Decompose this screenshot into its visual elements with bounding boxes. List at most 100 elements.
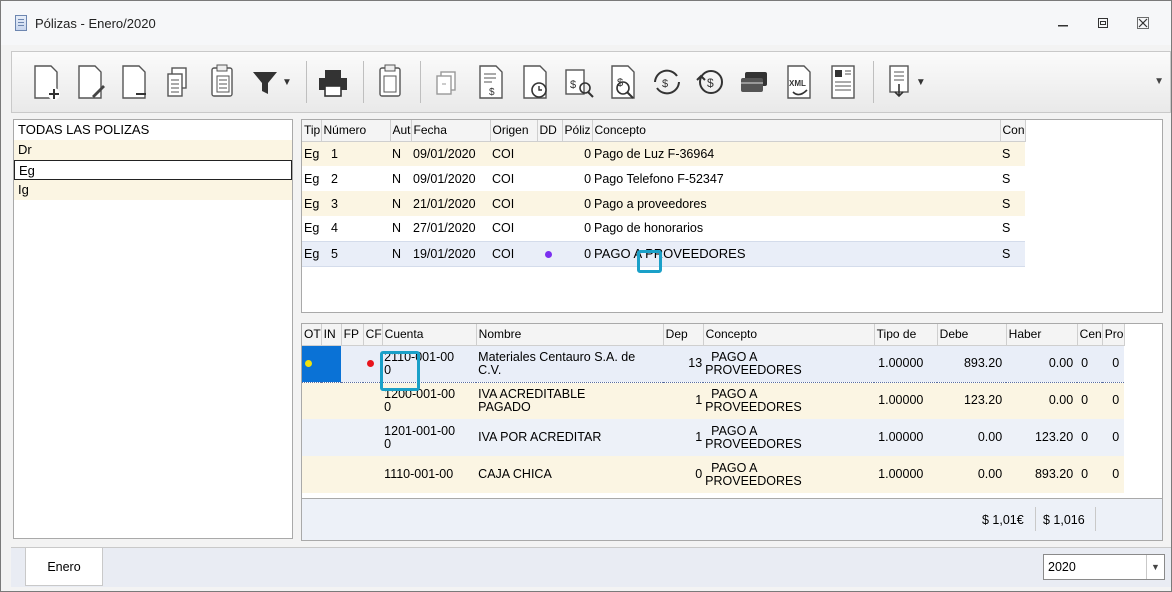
table-row[interactable]: Eg 2 N 09/01/2020 COI 0 Pago Telefono F-… xyxy=(302,166,1026,191)
minimize-button[interactable] xyxy=(1043,13,1083,33)
copy-button[interactable] xyxy=(158,59,198,105)
export-icon xyxy=(889,65,909,98)
cell-in[interactable] xyxy=(321,419,342,456)
report-icon: $ xyxy=(479,65,503,99)
cell-origen: COI xyxy=(490,166,538,191)
cell-origen: COI xyxy=(490,191,538,216)
table-row[interactable]: 1201-001-00 0 IVA POR ACREDITAR 1 PAGO AP… xyxy=(302,419,1125,456)
col-concepto[interactable]: Concepto xyxy=(592,120,1001,142)
year-select[interactable]: 2020 ▼ xyxy=(1043,554,1165,580)
cuenta-line: 0 xyxy=(384,436,392,451)
col-numero[interactable]: Número xyxy=(321,120,391,142)
col-fp[interactable]: FP xyxy=(341,324,364,346)
table-row-selected[interactable]: Eg 5 N 19/01/2020 COI 0 PAGO A PROVEEDOR… xyxy=(302,240,1026,267)
table-row[interactable]: Eg 4 N 27/01/2020 COI 0 Pago de honorari… xyxy=(302,216,1026,241)
cell-in[interactable] xyxy=(321,382,342,419)
cell-tipo: Eg xyxy=(302,166,321,191)
report-button[interactable]: $ xyxy=(471,59,511,105)
cell-ot[interactable] xyxy=(302,344,322,383)
cell-in[interactable] xyxy=(321,456,342,493)
restore-button[interactable] xyxy=(1083,13,1123,33)
close-button[interactable] xyxy=(1123,13,1163,33)
col-tipo-cambio[interactable]: Tipo de xyxy=(874,324,938,346)
cell-ot[interactable] xyxy=(302,419,322,456)
xml-button[interactable]: XML xyxy=(779,59,819,105)
col-fecha[interactable]: Fecha xyxy=(411,120,491,142)
cell-aut: N xyxy=(390,141,412,166)
col-dep[interactable]: Dep xyxy=(663,324,704,346)
chevron-down-icon[interactable]: ▼ xyxy=(282,77,292,88)
col-debe[interactable]: Debe xyxy=(937,324,1007,346)
cell-in[interactable] xyxy=(321,344,342,383)
search-document-button[interactable]: $ xyxy=(603,59,643,105)
period-tab-enero[interactable]: Enero xyxy=(25,548,103,586)
cell-debe: 0.00 xyxy=(937,456,1007,493)
search-amount-button[interactable]: $ xyxy=(559,59,599,105)
col-ot[interactable]: OT xyxy=(302,324,322,346)
list-item-todas[interactable]: TODAS LAS POLIZAS xyxy=(14,120,292,140)
col-poliza[interactable]: Póliz xyxy=(562,120,593,142)
print-button[interactable] xyxy=(313,59,353,105)
payment-button[interactable] xyxy=(735,59,775,105)
col-origen[interactable]: Origen xyxy=(490,120,538,142)
chevron-down-icon[interactable]: ▼ xyxy=(1146,555,1164,579)
cell-fp[interactable] xyxy=(341,344,364,383)
new-document-icon xyxy=(34,65,60,100)
col-cf[interactable]: CF xyxy=(363,324,383,346)
col-concepto[interactable]: Concepto xyxy=(703,324,875,346)
col-in[interactable]: IN xyxy=(321,324,342,346)
delete-policy-button[interactable] xyxy=(114,59,154,105)
toolbar-overflow-icon[interactable]: ▼ xyxy=(1154,76,1164,87)
table-row-selected[interactable]: 2110-001-00 0 Materiales Centauro S.A. de… xyxy=(302,344,1125,383)
nombre-line: C.V. xyxy=(478,362,502,377)
cell-cen: 0 xyxy=(1077,456,1103,493)
table-row[interactable]: Eg 1 N 09/01/2020 COI 0 Pago de Luz F-36… xyxy=(302,141,1026,166)
cell-aut: N xyxy=(390,166,412,191)
paste-button[interactable] xyxy=(202,59,242,105)
col-cuenta[interactable]: Cuenta xyxy=(382,324,477,346)
table-row[interactable]: Eg 3 N 21/01/2020 COI 0 Pago a proveedor… xyxy=(302,191,1026,216)
clipboard-button[interactable] xyxy=(370,59,410,105)
col-cen[interactable]: Cen xyxy=(1077,324,1103,346)
new-policy-button[interactable] xyxy=(26,59,66,105)
svg-text:$: $ xyxy=(707,76,714,90)
cell-ot[interactable] xyxy=(302,382,322,419)
window-title: Pólizas - Enero/2020 xyxy=(35,15,156,31)
table-row[interactable]: 1200-001-00 0 IVA ACREDITABLE PAGADO 1 PAG… xyxy=(302,382,1125,419)
table-row[interactable]: 1110-001-00 CAJA CHICA 0 PAGO A PROVEEDOR… xyxy=(302,456,1125,493)
export-button[interactable] xyxy=(880,59,920,105)
cell-aut: N xyxy=(390,191,412,216)
col-aut[interactable]: Aut xyxy=(390,120,412,142)
movimientos-grid: OT IN FP CF Cuenta Nombre Dep Concepto T… xyxy=(301,323,1163,499)
cell-cf[interactable] xyxy=(363,419,383,456)
cell-ot[interactable] xyxy=(302,456,322,493)
col-haber[interactable]: Haber xyxy=(1006,324,1078,346)
cell-fp[interactable] xyxy=(341,419,364,456)
cell-cf[interactable] xyxy=(363,456,383,493)
chevron-down-icon[interactable]: ▼ xyxy=(916,77,926,88)
cell-tipo-cambio: 1.00000 xyxy=(874,456,938,493)
cell-fp[interactable] xyxy=(341,382,364,419)
col-con[interactable]: Con xyxy=(1000,120,1026,142)
filter-button[interactable] xyxy=(246,59,286,105)
clipboard-icon xyxy=(379,64,401,97)
cell-fp[interactable] xyxy=(341,456,364,493)
col-nombre[interactable]: Nombre xyxy=(476,324,664,346)
edit-policy-button[interactable] xyxy=(70,59,110,105)
attach-button[interactable] xyxy=(427,59,467,105)
exchange-button[interactable]: $ xyxy=(647,59,687,105)
cell-con: S xyxy=(1000,191,1026,216)
exchange-dollar-button[interactable]: $ xyxy=(691,59,731,105)
list-item-ig[interactable]: Ig xyxy=(14,180,292,200)
copy-icon xyxy=(167,67,187,97)
col-dd[interactable]: DD xyxy=(537,120,563,142)
barcode-button[interactable] xyxy=(823,59,863,105)
history-button[interactable] xyxy=(515,59,555,105)
cell-nombre: CAJA CHICA xyxy=(476,456,664,493)
col-tipo[interactable]: Tip xyxy=(302,120,322,142)
paste-icon xyxy=(211,64,233,97)
list-item-dr[interactable]: Dr xyxy=(14,140,292,160)
col-pro[interactable]: Pro xyxy=(1102,324,1125,346)
list-item-eg[interactable]: Eg xyxy=(14,160,292,180)
cell-dd[interactable] xyxy=(537,240,563,267)
